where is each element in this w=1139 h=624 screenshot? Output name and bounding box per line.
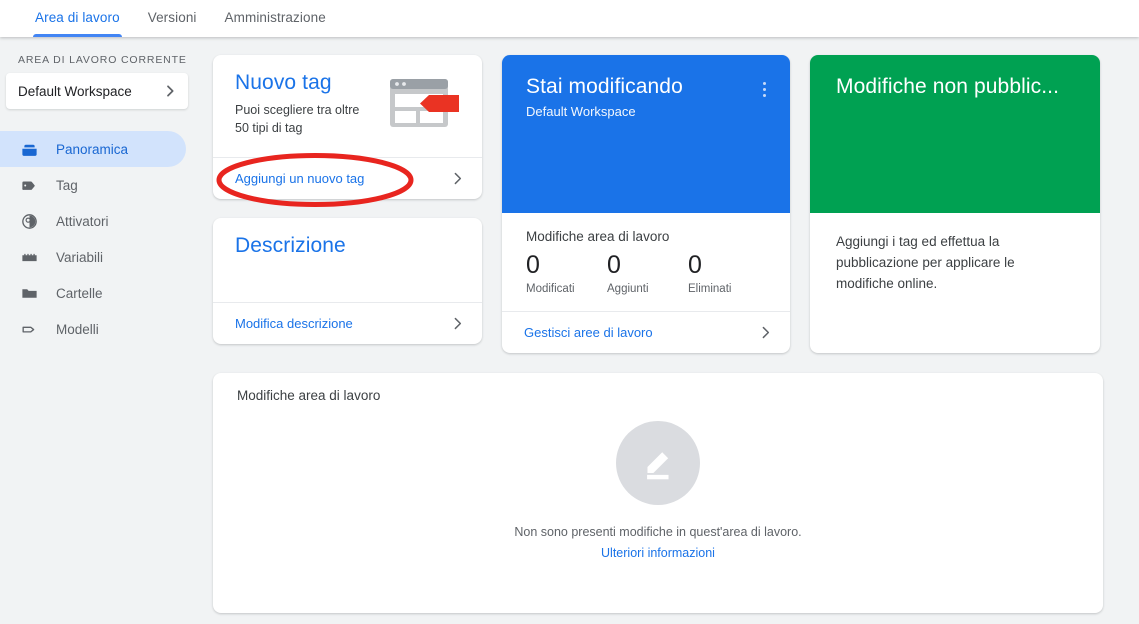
stat-value: 0 — [607, 251, 621, 279]
edit-description-link: Modifica descrizione — [235, 316, 353, 331]
top-tab-bar: Area di lavoro Versioni Amministrazione — [0, 0, 1139, 37]
trigger-circle-icon — [18, 210, 40, 232]
kebab-menu-icon[interactable] — [750, 75, 778, 103]
workspace-changes-title: Modifiche area di lavoro — [526, 229, 670, 244]
chevron-right-icon — [449, 170, 466, 187]
sidebar-item-cartelle[interactable]: Cartelle — [0, 275, 200, 311]
workspace-changes-panel: Modifiche area di lavoro Non sono presen… — [213, 373, 1103, 613]
description-title: Descrizione — [235, 234, 346, 257]
workspace-selector[interactable]: Default Workspace — [6, 73, 188, 109]
sidebar-item-label: Panoramica — [56, 141, 129, 157]
kebab-dot — [762, 81, 766, 85]
stat-value: 0 — [688, 251, 702, 279]
stat-aggiunti: 0 Aggiunti — [607, 248, 688, 295]
sidebar-item-label: Modelli — [56, 321, 99, 337]
stat-eliminati: 0 Eliminati — [688, 248, 769, 295]
sidebar-item-label: Tag — [56, 177, 78, 193]
editing-card-header: Stai modificando Default Workspace — [502, 55, 790, 213]
tab-label: Area di lavoro — [35, 10, 120, 25]
overview-box-icon — [18, 138, 40, 160]
unpublished-card-title: Modifiche non pubblic... — [836, 75, 1060, 98]
tab-list: Area di lavoro Versioni Amministrazione — [0, 0, 1139, 37]
stat-value: 0 — [526, 251, 540, 279]
tab-label: Amministrazione — [224, 10, 326, 25]
manage-workspaces-row[interactable]: Gestisci aree di lavoro — [502, 311, 790, 353]
stat-modificati: 0 Modificati — [526, 248, 607, 295]
sidebar-item-panoramica[interactable]: Panoramica — [0, 131, 186, 167]
unpublished-card-text: Aggiungi i tag ed effettua la pubblicazi… — [836, 234, 1015, 291]
empty-state-message: Non sono presenti modifiche in quest'are… — [514, 525, 802, 539]
unpublished-card-body: Aggiungi i tag ed effettua la pubblicazi… — [810, 213, 1100, 353]
stats-row: 0 Modificati 0 Aggiunti 0 Eliminati — [526, 248, 770, 295]
new-tag-text: Nuovo tag Puoi scegliere tra oltre 50 ti… — [235, 71, 359, 157]
browser-tag-illustration — [386, 75, 464, 133]
kebab-dot — [762, 87, 766, 91]
left-card-column: Nuovo tag Puoi scegliere tra oltre 50 ti… — [213, 55, 482, 353]
pencil-edit-icon — [616, 421, 700, 505]
sidebar-item-label: Variabili — [56, 249, 104, 265]
stat-label: Modificati — [526, 283, 575, 295]
unpublished-card-header: Modifiche non pubblic... — [810, 55, 1100, 213]
chevron-right-icon — [757, 324, 774, 341]
edit-description-row[interactable]: Modifica descrizione — [213, 302, 482, 344]
add-new-tag-row[interactable]: Aggiungi un nuovo tag — [213, 157, 482, 199]
tab-area-di-lavoro[interactable]: Area di lavoro — [21, 0, 134, 37]
description-card-body: Descrizione — [213, 218, 482, 302]
sidebar-item-label: Attivatori — [56, 213, 109, 229]
workspace-changes-stats: Modifiche area di lavoro 0 Modificati 0 … — [502, 213, 790, 311]
editing-card-column: Stai modificando Default Workspace Modif… — [502, 55, 790, 353]
chevron-right-icon — [162, 83, 178, 99]
sidebar-item-variabili[interactable]: Variabili — [0, 239, 200, 275]
sidebar: AREA DI LAVORO CORRENTE Default Workspac… — [0, 37, 200, 624]
folder-icon — [18, 282, 40, 304]
sidebar-item-attivatori[interactable]: Attivatori — [0, 203, 200, 239]
manage-workspaces-link: Gestisci aree di lavoro — [524, 325, 653, 340]
workspace-changes-panel-title: Modifiche area di lavoro — [237, 388, 381, 403]
new-tag-desc-line2: 50 tipi di tag — [235, 121, 303, 135]
current-workspace-label: AREA DI LAVORO CORRENTE — [18, 54, 187, 66]
tab-label: Versioni — [147, 10, 197, 25]
empty-state: Non sono presenti modifiche in quest'are… — [213, 421, 1103, 560]
tab-versioni[interactable]: Versioni — [134, 0, 211, 37]
editing-card-subtitle: Default Workspace — [526, 104, 636, 119]
unpublished-card-column: Modifiche non pubblic... Aggiungi i tag … — [810, 55, 1100, 353]
chevron-right-icon — [449, 315, 466, 332]
new-tag-title: Nuovo tag — [235, 71, 332, 94]
new-tag-desc-line1: Puoi scegliere tra oltre — [235, 103, 360, 117]
overview-cards-row: Nuovo tag Puoi scegliere tra oltre 50 ti… — [213, 55, 1103, 353]
sidebar-item-label: Cartelle — [56, 285, 103, 301]
main-content: Nuovo tag Puoi scegliere tra oltre 50 ti… — [200, 37, 1139, 624]
sidebar-nav: Panoramica Tag Attivatori Variabili Cart — [0, 131, 200, 347]
template-tag-outline-icon — [18, 318, 40, 340]
editing-workspace-card: Stai modificando Default Workspace Modif… — [502, 55, 790, 353]
description-card: Descrizione Modifica descrizione — [213, 218, 482, 344]
unpublished-changes-card: Modifiche non pubblic... Aggiungi i tag … — [810, 55, 1100, 353]
new-tag-card-body: Nuovo tag Puoi scegliere tra oltre 50 ti… — [213, 55, 482, 157]
editing-card-heading-text: Stai modificando Default Workspace — [526, 75, 683, 213]
tab-amministrazione[interactable]: Amministrazione — [211, 0, 340, 37]
sidebar-item-tag[interactable]: Tag — [0, 167, 200, 203]
editing-card-title: Stai modificando — [526, 75, 683, 98]
kebab-dot — [762, 93, 766, 97]
learn-more-link[interactable]: Ulteriori informazioni — [601, 546, 715, 560]
stat-label: Aggiunti — [607, 283, 649, 295]
variables-icon — [18, 246, 40, 268]
stat-label: Eliminati — [688, 283, 732, 295]
sidebar-item-modelli[interactable]: Modelli — [0, 311, 200, 347]
new-tag-card: Nuovo tag Puoi scegliere tra oltre 50 ti… — [213, 55, 482, 199]
workspace-name: Default Workspace — [18, 83, 132, 99]
tag-filled-icon — [18, 174, 40, 196]
add-new-tag-link: Aggiungi un nuovo tag — [235, 171, 365, 186]
